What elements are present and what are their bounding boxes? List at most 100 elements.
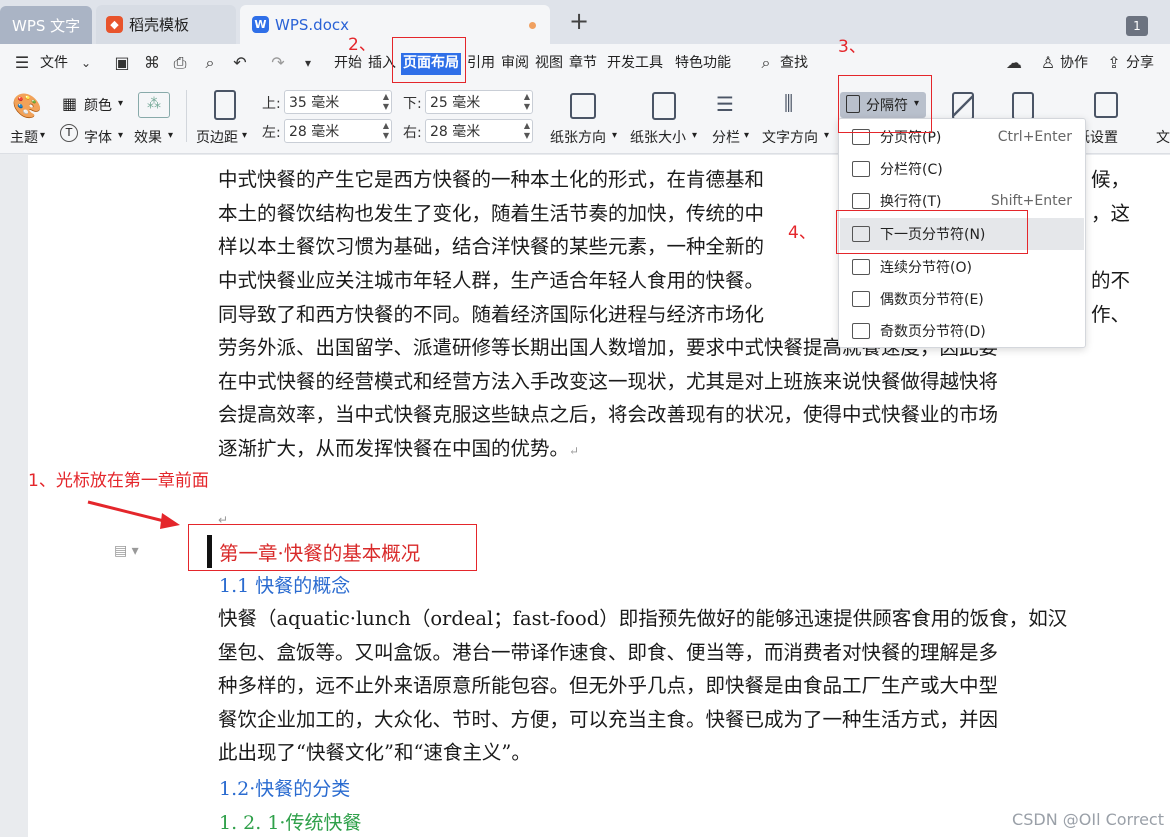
theme-dropdown-icon[interactable]: ▾ bbox=[40, 130, 45, 141]
margins-icon[interactable] bbox=[214, 90, 236, 120]
chevron-down-icon[interactable]: ⌄ bbox=[76, 53, 96, 73]
p1-line1-end: 候， bbox=[1090, 168, 1130, 191]
menu-chapter[interactable]: 章节 bbox=[569, 53, 597, 75]
format-painter-icon[interactable]: ⌘ bbox=[142, 53, 162, 73]
menu-item-even-page-section-break[interactable]: 偶数页分节符(E) bbox=[840, 283, 1084, 315]
text-direction-dropdown-icon[interactable]: ▾ bbox=[824, 130, 829, 141]
orientation-icon[interactable] bbox=[570, 93, 596, 119]
text-direction-icon[interactable]: ⫼ bbox=[784, 91, 793, 115]
undo-icon[interactable]: ↶ bbox=[230, 53, 250, 73]
color-dropdown-icon[interactable]: ▾ bbox=[118, 98, 123, 109]
menu-view[interactable]: 视图 bbox=[535, 53, 563, 75]
right-margin-input[interactable] bbox=[426, 120, 514, 142]
new-tab-button[interactable]: + bbox=[566, 8, 592, 34]
font-button[interactable]: 字体 bbox=[84, 127, 112, 147]
grid-paper-icon[interactable] bbox=[1094, 92, 1118, 118]
top-margin-input[interactable] bbox=[285, 91, 373, 113]
heading-1-2[interactable]: 1.2·快餐的分类 bbox=[219, 774, 350, 801]
top-margin-label: 上: bbox=[262, 96, 281, 112]
text-direction-button[interactable]: 文字方向 bbox=[762, 127, 818, 147]
menu-item-column-break[interactable]: 分栏符(C) bbox=[840, 153, 1084, 185]
search-icon[interactable]: ⌕ bbox=[756, 53, 776, 73]
ribbon-more-label[interactable]: 文 bbox=[1156, 127, 1170, 147]
annotation-arrow-icon bbox=[87, 500, 180, 529]
annotation-box-next-page bbox=[836, 210, 1028, 254]
menu-developer[interactable]: 开发工具 bbox=[607, 53, 663, 75]
line-break-shortcut: Shift+Enter bbox=[990, 193, 1072, 209]
theme-button[interactable]: 主题 bbox=[10, 127, 38, 147]
columns-icon[interactable]: ☰ bbox=[716, 92, 734, 116]
watermark-icon[interactable] bbox=[952, 92, 974, 120]
left-margin-field[interactable]: ▲▼ bbox=[284, 119, 392, 143]
menu-file[interactable]: 文件 bbox=[40, 53, 68, 75]
bottom-margin-field[interactable]: ▲▼ bbox=[425, 90, 533, 114]
right-margin-field[interactable]: ▲▼ bbox=[425, 119, 533, 143]
margins-dropdown-icon[interactable]: ▾ bbox=[242, 130, 247, 141]
p2-line1: 中式快餐业应关注城市年轻人群，生产适合年轻人食用的快餐。 bbox=[218, 269, 765, 292]
print-preview-icon[interactable]: ⌕ bbox=[200, 53, 220, 73]
effects-dropdown-icon[interactable]: ▾ bbox=[168, 130, 173, 141]
theme-palette-icon[interactable]: 🎨 bbox=[12, 92, 46, 120]
tab-wps-writer[interactable]: WPS 文字 bbox=[0, 6, 92, 45]
tab-wps-label: WPS 文字 bbox=[12, 17, 81, 35]
p1-line1: 中式快餐的产生它是西方快餐的一种本土化的形式，在肯德基和 bbox=[218, 168, 765, 191]
p3-line2: 堡包、盒饭等。又叫盒饭。港台一带译作速食、即食、便当等，而消费者对快餐的理解是多 bbox=[218, 640, 999, 664]
share-button[interactable]: 分享 bbox=[1126, 53, 1154, 75]
paragraph-3[interactable]: 快餐（aquatic·lunch（ordeal；fast-food）即指预先做好… bbox=[218, 602, 1130, 770]
p3-line3: 种多样的，远不止外来语原意所能包容。但无外乎几点，即快餐是由食品工厂生产或大中型 bbox=[218, 674, 999, 697]
menu-special-features[interactable]: 特色功能 bbox=[675, 53, 731, 75]
annotation-step-3: 3、 bbox=[838, 37, 866, 57]
page-border-icon[interactable] bbox=[1012, 92, 1034, 120]
save-icon[interactable]: ▣ bbox=[112, 53, 132, 73]
menu-item-odd-page-section-break[interactable]: 奇数页分节符(D) bbox=[840, 315, 1084, 347]
stepper-icon[interactable]: ▲ ▼ bbox=[383, 121, 389, 141]
left-margin-label: 左: bbox=[262, 125, 281, 141]
paper-size-dropdown-icon[interactable]: ▾ bbox=[692, 130, 697, 141]
redo-icon[interactable]: ↷ bbox=[268, 53, 288, 73]
cloud-sync-icon[interactable]: ☁ bbox=[1004, 53, 1024, 73]
heading-1-2-1[interactable]: 1. 2. 1·传统快餐 bbox=[219, 808, 361, 835]
columns-dropdown-icon[interactable]: ▾ bbox=[744, 130, 749, 141]
window-count-badge[interactable]: 1 bbox=[1126, 16, 1148, 36]
daoke-logo-icon: ◆ bbox=[106, 16, 123, 33]
effects-icon[interactable]: ⁂ bbox=[138, 92, 170, 118]
menu-bar: ☰ 文件 ⌄ ▣ ⌘ ⎙ ⌕ ↶ ↷ ▾ 开始 插入 页面布局 引用 审阅 视图… bbox=[0, 44, 1170, 82]
collaborate-button[interactable]: 协作 bbox=[1060, 53, 1088, 75]
heading-1-1[interactable]: 1.1 快餐的概念 bbox=[219, 571, 350, 598]
top-margin-field[interactable]: ▲▼ bbox=[284, 90, 392, 114]
menu-references[interactable]: 引用 bbox=[467, 53, 495, 75]
stepper-icon[interactable]: ▲ ▼ bbox=[383, 92, 389, 112]
search-label[interactable]: 查找 bbox=[780, 53, 808, 75]
column-break-label: 分栏符(C) bbox=[880, 162, 943, 178]
font-dropdown-icon[interactable]: ▾ bbox=[118, 130, 123, 141]
stepper-icon[interactable]: ▲ ▼ bbox=[524, 121, 530, 141]
paper-size-icon[interactable] bbox=[652, 92, 676, 120]
collaborate-icon[interactable]: ♙ bbox=[1038, 53, 1058, 73]
quick-access-more-icon[interactable]: ▾ bbox=[298, 53, 318, 73]
hamburger-menu-icon[interactable]: ☰ bbox=[12, 53, 32, 73]
color-button[interactable]: 颜色 bbox=[84, 95, 112, 115]
tab-template-label: 稻壳模板 bbox=[129, 16, 190, 34]
columns-button[interactable]: 分栏 bbox=[712, 127, 740, 147]
stepper-icon[interactable]: ▲ ▼ bbox=[524, 92, 530, 112]
orientation-dropdown-icon[interactable]: ▾ bbox=[612, 130, 617, 141]
p3-line5: 此出现了“快餐文化”和“速食主义”。 bbox=[218, 741, 531, 764]
orientation-button[interactable]: 纸张方向 bbox=[550, 127, 606, 147]
continuous-section-break-label: 连续分节符(O) bbox=[880, 260, 972, 276]
tab-template[interactable]: ◆ 稻壳模板 bbox=[96, 5, 236, 44]
ribbon-separator bbox=[186, 90, 187, 142]
effects-button[interactable]: 效果 bbox=[134, 127, 162, 147]
share-icon[interactable]: ⇪ bbox=[1104, 53, 1124, 73]
left-margin-input[interactable] bbox=[285, 120, 373, 142]
menu-item-continuous-section-break[interactable]: 连续分节符(O) bbox=[840, 251, 1084, 283]
paragraph-format-icon[interactable]: ▤ ▾ bbox=[114, 543, 139, 559]
bottom-margin-input[interactable] bbox=[426, 91, 514, 113]
menu-home[interactable]: 开始 bbox=[334, 53, 362, 75]
print-icon[interactable]: ⎙ bbox=[170, 53, 190, 73]
margins-button[interactable]: 页边距 bbox=[196, 127, 238, 147]
paper-size-button[interactable]: 纸张大小 bbox=[630, 127, 686, 147]
menu-review[interactable]: 审阅 bbox=[501, 53, 529, 75]
line-break-icon bbox=[852, 193, 870, 209]
annotation-step-4: 4、 bbox=[788, 223, 816, 243]
watermark-text: CSDN @OIl Correct bbox=[1012, 810, 1164, 829]
